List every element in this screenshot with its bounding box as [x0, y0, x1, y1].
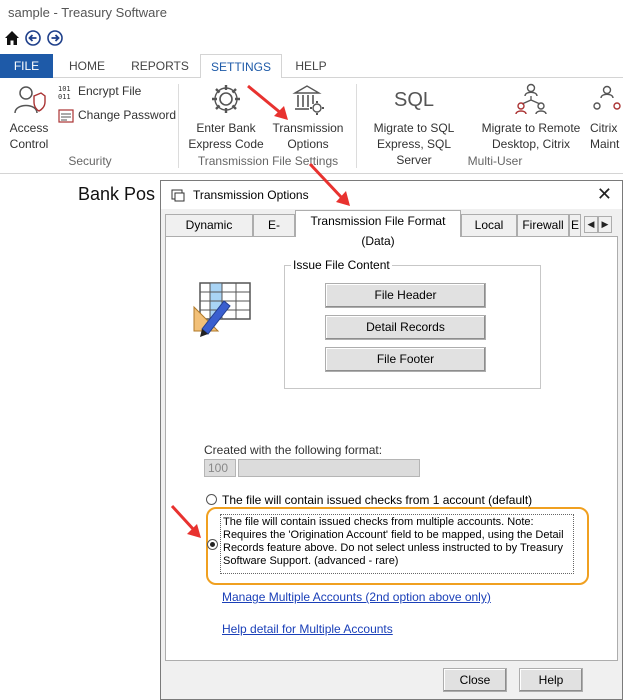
user-shield-icon [14, 86, 46, 114]
issue-file-content-group: Issue File Content File Header Detail Re… [284, 258, 541, 389]
tab-home[interactable]: HOME [53, 54, 121, 78]
ribbon-settings-panel: Access Control 101 011 Encrypt File Chan… [0, 78, 623, 174]
single-account-label[interactable]: The file will contain issued checks from… [222, 493, 582, 507]
tab-transmission-file-format[interactable]: Transmission File Format (Data) [295, 210, 461, 248]
dialog-footer: Close Help [161, 661, 622, 699]
encrypt-file-label: Encrypt File [78, 84, 142, 99]
tab-settings[interactable]: SETTINGS [200, 54, 282, 79]
tab-scroll-right-button[interactable]: ▶ [598, 216, 612, 233]
format-description-field [238, 459, 420, 477]
citrix-maint-button[interactable]: Citrix Maint [590, 82, 623, 152]
tab-help[interactable]: HELP [282, 54, 340, 78]
close-icon[interactable]: ✕ [597, 184, 612, 205]
password-icon [58, 109, 74, 123]
transmission-options-label: Transmission Options [272, 121, 344, 151]
multiple-accounts-radio[interactable] [207, 539, 218, 550]
transmission-options-button[interactable]: Transmission Options [270, 82, 346, 152]
single-account-radio[interactable] [206, 494, 217, 505]
migrate-remote-label: Migrate to Remote Desktop, Citrix [481, 121, 581, 151]
quick-access-toolbar [0, 26, 623, 50]
table-edit-icon [193, 282, 251, 337]
tab-firewall[interactable]: Firewall [517, 214, 569, 236]
access-control-button[interactable]: Access Control [4, 82, 54, 152]
network-users-icon [515, 83, 547, 115]
enter-bank-express-code-label: Enter Bank Express Code [188, 121, 264, 151]
help-multiple-accounts-link[interactable]: Help detail for Multiple Accounts [222, 622, 393, 636]
security-group-label: Security [68, 154, 112, 168]
help-button[interactable]: Help [519, 668, 583, 692]
tab-reports[interactable]: REPORTS [121, 54, 199, 78]
tab-scroll-left-button[interactable]: ◀ [584, 216, 598, 233]
group-separator [356, 84, 357, 168]
created-format-label: Created with the following format: [204, 443, 383, 457]
tab-dynamic-naming[interactable]: Dynamic Naming [165, 214, 253, 252]
tab-local-file[interactable]: Local File [461, 214, 517, 252]
transmission-group-label: Transmission File Settings [197, 154, 339, 168]
dialog-app-icon [171, 189, 185, 202]
change-password-label: Change Password [78, 108, 177, 123]
format-code-field: 100 [204, 459, 236, 477]
dialog-title: Transmission Options [193, 188, 309, 202]
detail-records-button[interactable]: Detail Records [325, 315, 486, 340]
tab-panel-file-format: Issue File Content File Header Detail Re… [165, 236, 618, 661]
file-header-button[interactable]: File Header [325, 283, 486, 308]
ribbon-tabs: FILE HOME REPORTS SETTINGS HELP [0, 54, 623, 79]
group-separator [178, 84, 179, 168]
migrate-remote-button[interactable]: Migrate to Remote Desktop, Citrix [476, 82, 586, 152]
change-password-button[interactable]: Change Password [58, 108, 176, 124]
enter-bank-express-code-button[interactable]: Enter Bank Express Code [186, 82, 266, 152]
tab-file[interactable]: FILE [0, 54, 53, 78]
file-footer-button[interactable]: File Footer [325, 347, 486, 372]
multiple-accounts-label[interactable]: The file will contain issued checks from… [223, 516, 575, 568]
citrix-maint-label: Citrix Maint [590, 121, 620, 151]
window-title: sample - Treasury Software [8, 5, 167, 20]
bank-gear-icon [292, 85, 324, 115]
home-icon[interactable] [4, 30, 20, 46]
tab-e-partial[interactable]: E [569, 214, 581, 236]
svg-text:011: 011 [58, 93, 71, 100]
access-control-label: Access Control [9, 121, 49, 151]
forward-icon[interactable] [47, 30, 63, 46]
encrypt-file-button[interactable]: 101 011 Encrypt File [58, 84, 142, 101]
close-button[interactable]: Close [443, 668, 507, 692]
gear-icon [212, 85, 240, 113]
binary-icon: 101 011 [58, 85, 71, 101]
back-icon[interactable] [25, 30, 41, 46]
page-heading: Bank Pos [78, 184, 156, 204]
users-gear-icon [593, 85, 621, 110]
manage-multiple-accounts-link[interactable]: Manage Multiple Accounts (2nd option abo… [222, 590, 491, 604]
transmission-options-dialog: Transmission Options ✕ Dynamic Naming E-… [160, 180, 623, 700]
tab-email[interactable]: E-mail [253, 214, 295, 252]
svg-text:101: 101 [58, 85, 71, 93]
dialog-titlebar[interactable]: Transmission Options ✕ [161, 181, 622, 209]
multi-user-group-label: Multi-User [467, 154, 523, 168]
sql-icon: SQL [393, 89, 435, 111]
issue-file-content-legend: Issue File Content [291, 258, 392, 272]
